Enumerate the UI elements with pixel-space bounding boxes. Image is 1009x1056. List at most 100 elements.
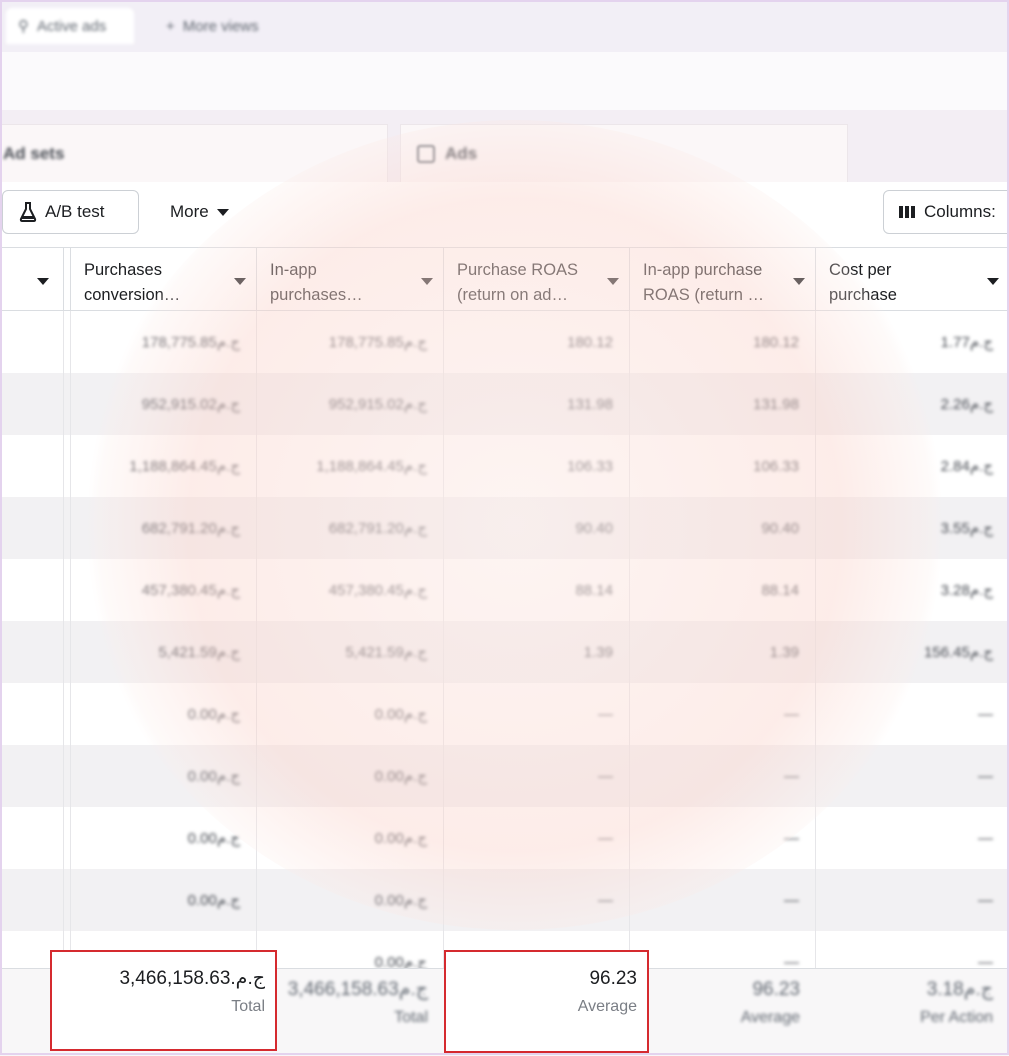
cell-purchases-value: 0.00ج.م [70,869,257,931]
table-row[interactable]: 178,775.85ج.م 178,775.85ج.م 180.12 180.12 1.… [0,311,1009,373]
cell-value: 0.00ج.م [374,830,427,847]
cell-value: 5,421.59ج.م [345,644,427,661]
column-header-inapp-roas[interactable]: In-app purchase ROAS (return … [630,248,816,310]
cell-purchases-value: 5,421.59ج.م [70,621,257,683]
sort-caret-icon [607,278,619,285]
cell-purchase-roas: 106.33 [444,435,630,497]
cell-cost-per-purchase: 3.28ج.م [816,559,1009,621]
ab-test-button[interactable]: A/B test [2,190,139,234]
column-header-label: In-app purchases… [270,261,363,304]
cell-value: 0.00ج.م [374,892,427,909]
table-row[interactable]: 0.00ج.م 0.00ج.م — — — [0,745,1009,807]
column-header-cost-per-purchase[interactable]: Cost per purchase [816,248,1009,310]
cell-cost-per-purchase: 3.55ج.م [816,497,1009,559]
cell-purchase-roas: 1.39 [444,621,630,683]
cell-value: 178,775.85ج.م [328,334,427,351]
cell-name [0,807,64,869]
cell-inapp-purchases: 682,791.20ج.م [257,497,444,559]
cell-value: 952,915.02ج.م [141,396,240,413]
tab-ad-sets[interactable]: Ad sets [0,124,388,182]
cell-value: 180.12 [753,333,799,351]
cell-value: 0.00ج.م [374,768,427,785]
table-row[interactable]: 1,188,864.45ج.م 1,188,864.45ج.م 106.33 106.… [0,435,1009,497]
cell-value: 0.00ج.م [187,892,240,909]
total-purchases-value: ج.م.3,466,158.63 [119,968,265,989]
cell-inapp-purchases: 0.00ج.م [257,807,444,869]
table-row[interactable]: 0.00ج.م 0.00ج.م — — — [0,807,1009,869]
table-row[interactable]: 0.00ج.م 0.00ج.م — — — [0,683,1009,745]
column-header-purchases-value[interactable]: Purchases conversion… [70,248,257,310]
cell-inapp-roas: — [630,683,816,745]
table-row[interactable]: 5,421.59ج.م 5,421.59ج.م 1.39 1.39 156.45ج.م [0,621,1009,683]
ab-test-label: A/B test [45,202,105,221]
cell-purchases-value: 178,775.85ج.م [70,311,257,373]
column-header-label: In-app purchase ROAS (return … [643,261,765,304]
cell-purchase-roas: 88.14 [444,559,630,621]
flask-icon [19,202,37,222]
sort-caret-icon [421,278,433,285]
cell-value: 90.40 [761,519,799,537]
cell-value: 2.84ج.م [940,458,993,475]
total-inapp-label: Total [394,1009,428,1026]
cell-name [0,373,64,435]
tab-active-ads[interactable]: ⚲ Active ads [6,8,134,44]
cell-cost-per-purchase: 156.45ج.م [816,621,1009,683]
cell-purchase-roas: — [444,745,630,807]
cell-inapp-purchases: 952,915.02ج.م [257,373,444,435]
toolbar: A/B test More Columns: [0,182,1009,246]
column-header-label: Purchases conversion… [84,261,181,304]
average-roas-cell: 96.23 Average [446,958,647,1048]
cell-inapp-roas: 131.98 [630,373,816,435]
highlight-total-purchases: ج.م.3,466,158.63 Total [50,950,277,1051]
cell-inapp-roas: — [630,869,816,931]
cell-inapp-roas: 90.40 [630,497,816,559]
tab-ads[interactable]: Ads [400,124,848,182]
cell-value: 0.00ج.م [187,706,240,723]
cell-value: 0.00ج.م [187,830,240,847]
cell-value: 1.39 [583,643,613,661]
column-header-purchase-roas[interactable]: Purchase ROAS (return on ad… [444,248,630,310]
cell-name [0,745,64,807]
cell-value: — [598,829,613,847]
table-row[interactable]: 0.00ج.م 0.00ج.م — — — [0,869,1009,931]
ads-checkbox-icon[interactable] [417,144,435,163]
cell-value: — [784,891,799,909]
cell-cost-per-purchase: — [816,807,1009,869]
cell-value: 457,380.45ج.م [141,582,240,599]
cell-value: 156.45ج.م [923,644,993,661]
more-views-button[interactable]: + More views [166,8,259,44]
cell-value: 106.33 [753,457,799,475]
column-header-label: Cost per purchase [829,261,897,304]
cost-per-purchase-total-label: Per Action [920,1009,993,1026]
total-inapp-purchases: 3,466,158.63ج.م Total [257,969,444,1056]
columns-button[interactable]: Columns: [883,190,1009,234]
columns-label: Columns: [924,202,996,221]
cell-value: — [978,891,993,909]
cell-inapp-purchases: 457,380.45ج.م [257,559,444,621]
cell-purchases-value: 0.00ج.م [70,807,257,869]
table-row[interactable]: 682,791.20ج.م 682,791.20ج.م 90.40 90.40 3.55… [0,497,1009,559]
average-inapp-roas-value: 96.23 [752,979,800,1000]
cell-purchase-roas: — [444,807,630,869]
cell-value: 131.98 [753,395,799,413]
column-header-label: Purchase ROAS (return on ad… [457,261,579,304]
table-row[interactable]: 457,380.45ج.م 457,380.45ج.م 88.14 88.14 3.28… [0,559,1009,621]
sort-caret-icon [234,278,246,285]
cell-value: 90.40 [575,519,613,537]
cell-value: 3.55ج.م [940,520,993,537]
cell-value: — [598,705,613,723]
column-header-name[interactable] [0,248,64,310]
cost-per-purchase-total: 3.18ج.م Per Action [816,969,1009,1056]
sort-caret-icon [793,278,805,285]
column-header-inapp-purchases[interactable]: In-app purchases… [257,248,444,310]
cell-value: 131.98 [567,395,613,413]
table-row[interactable]: 952,915.02ج.م 952,915.02ج.م 131.98 131.98 2.… [0,373,1009,435]
more-dropdown-button[interactable]: More [160,190,239,234]
cell-purchase-roas: 90.40 [444,497,630,559]
search-band [0,52,1009,110]
level-tab-bar: Ad sets Ads [0,110,1009,182]
cell-value: — [784,767,799,785]
tab-ads-label: Ads [445,143,478,163]
cell-inapp-roas: — [630,807,816,869]
total-purchases-cell: ج.م.3,466,158.63 Total [52,958,275,1048]
